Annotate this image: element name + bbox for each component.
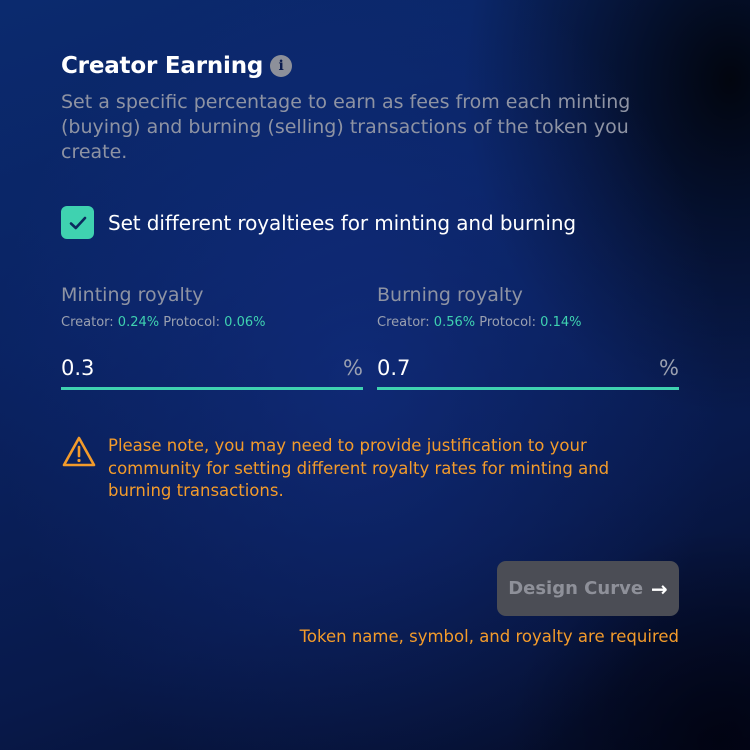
minting-protocol-value: 0.06% [224,315,266,330]
warning-text: Please note, you may need to provide jus… [108,436,610,500]
checkbox-label[interactable]: Set different royaltiees for minting and… [108,211,576,235]
minting-royalty-title: Minting royalty [61,284,204,306]
burning-creator-label: Creator: [377,315,430,330]
arrow-right-icon: → [651,576,668,601]
minting-protocol-label: Protocol: [163,315,221,330]
minting-royalty-group: Minting royalty Creator: 0.24% Protocol:… [61,282,363,390]
minting-royalty-value[interactable]: 0.3 [61,356,94,380]
burning-royalty-group: Burning royalty Creator: 0.56% Protocol:… [377,282,679,390]
section-description: Set a specific percentage to earn as fee… [61,91,631,163]
minting-percent-unit: % [343,356,363,380]
burning-royalty-value[interactable]: 0.7 [377,356,410,380]
minting-royalty-breakdown: Creator: 0.24% Protocol: 0.06% [61,314,363,332]
royalty-warning: Please note, you may need to provide jus… [61,435,661,503]
burning-percent-unit: % [659,356,679,380]
different-royalties-option[interactable]: Set different royaltiees for minting and… [61,206,576,239]
design-curve-button[interactable]: Design Curve → [497,561,679,616]
required-fields-note: Token name, symbol, and royalty are requ… [299,627,679,646]
burning-royalty-input[interactable]: 0.7 % [377,352,679,390]
creator-earning-panel: Creator Earning i Set a specific percent… [61,0,681,750]
title-row: Creator Earning i [61,53,293,79]
warning-triangle-icon [62,436,96,467]
design-curve-label: Design Curve [508,578,644,599]
info-icon[interactable]: i [270,55,293,77]
burning-protocol-label: Protocol: [479,315,537,330]
minting-creator-label: Creator: [61,315,114,330]
minting-creator-value: 0.24% [117,315,160,330]
checkmark-icon [69,216,86,229]
burning-royalty-breakdown: Creator: 0.56% Protocol: 0.14% [377,314,679,332]
section-title: Creator Earning [61,53,264,79]
burning-protocol-value: 0.14% [540,315,582,330]
minting-royalty-input[interactable]: 0.3 % [61,352,363,390]
burning-creator-value: 0.56% [433,315,476,330]
burning-royalty-title: Burning royalty [377,284,523,306]
different-royalties-checkbox[interactable] [61,206,94,239]
